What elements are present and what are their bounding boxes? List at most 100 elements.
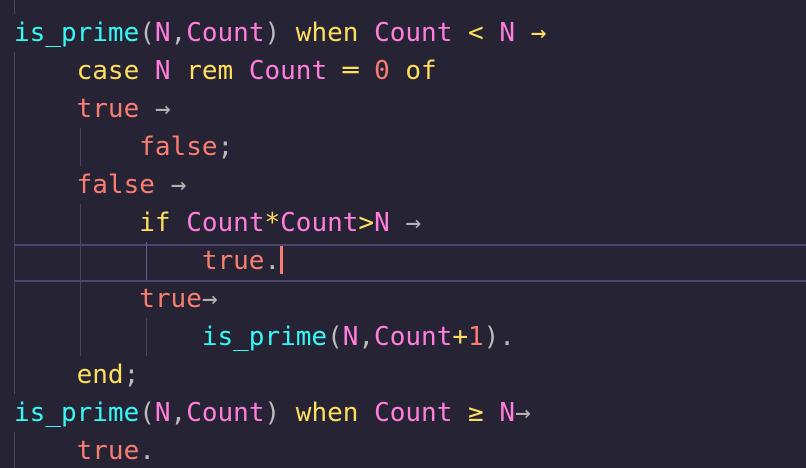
code-token: N	[154, 56, 171, 86]
code-token: is_prime	[14, 398, 140, 428]
code-token: end	[76, 360, 124, 390]
code-token: .	[139, 436, 155, 466]
code-token: rem	[186, 56, 234, 86]
code-token: >	[358, 208, 375, 238]
code-token: ,	[170, 18, 187, 48]
code-token: when	[295, 18, 359, 48]
code-token: N	[154, 18, 171, 48]
code-token: ;	[217, 132, 234, 162]
code-token: when	[295, 398, 359, 428]
code-token: case	[76, 56, 140, 86]
code-token: (	[139, 18, 155, 48]
code-line[interactable]: is_prime(N,Count) when Count < N →	[14, 14, 546, 52]
code-token: N	[342, 322, 359, 352]
code-token: Count	[248, 56, 328, 86]
code-line[interactable]: is_prime(N,Count+1).	[14, 318, 515, 356]
code-token: Count	[186, 208, 265, 238]
code-line[interactable]: true.	[14, 432, 155, 468]
code-token: <	[468, 18, 484, 48]
code-token: →	[154, 94, 171, 124]
code-token: Count	[280, 208, 359, 238]
code-token: of	[405, 56, 437, 86]
code-token: true	[76, 436, 140, 466]
code-token: →	[405, 208, 422, 238]
code-token: true	[76, 94, 140, 124]
code-line[interactable]: if Count*Count>N →	[14, 204, 421, 242]
code-token: →	[514, 398, 531, 428]
code-token: *	[264, 208, 281, 238]
code-token: N	[374, 208, 390, 238]
code-line[interactable]: false;	[14, 128, 233, 166]
code-line[interactable]: false →	[14, 166, 187, 204]
text-cursor	[280, 245, 284, 274]
code-token: )	[264, 18, 296, 48]
code-token: Count	[374, 398, 453, 428]
code-token: (	[327, 322, 343, 352]
code-token: 1	[467, 322, 484, 352]
code-token: Count	[186, 398, 265, 428]
code-token: →	[201, 284, 218, 314]
code-token: +	[452, 322, 468, 352]
code-line[interactable]: end;	[14, 356, 140, 394]
code-token: ,	[358, 322, 375, 352]
code-token: Count	[374, 322, 453, 352]
code-token: ,	[170, 398, 187, 428]
code-line[interactable]: true →	[14, 90, 171, 128]
code-token: true	[201, 246, 265, 276]
code-token: →	[170, 170, 187, 200]
code-line[interactable]: is_prime(N,Count) when Count ≥ N→	[14, 394, 531, 432]
code-token: ;	[123, 360, 140, 390]
code-token: false	[76, 170, 155, 200]
code-token: true	[139, 284, 202, 314]
code-token: )	[264, 398, 296, 428]
code-token: N	[499, 18, 515, 48]
code-token: is_prime	[14, 18, 140, 48]
code-token: Count	[374, 18, 453, 48]
code-line[interactable]: case N rem Count ═ 0 of	[14, 52, 437, 90]
code-token: →	[530, 18, 547, 48]
code-token: (	[139, 398, 155, 428]
code-token: is_prime	[201, 322, 328, 352]
code-token: ═	[342, 56, 359, 86]
code-line[interactable]: true→	[14, 280, 218, 318]
code-token: N	[154, 398, 171, 428]
code-token: false	[139, 132, 218, 162]
code-token: ).	[483, 322, 515, 352]
code-token: if	[139, 208, 171, 238]
code-line[interactable]: true.	[14, 242, 284, 280]
indent-guide	[14, 0, 15, 14]
code-token: ≥	[468, 398, 484, 428]
code-token: N	[499, 398, 515, 428]
code-token: .	[264, 246, 281, 276]
code-token: Count	[186, 18, 265, 48]
code-editor[interactable]: is_prime(N,Count) when Count < N → case …	[0, 0, 806, 468]
code-token: 0	[374, 56, 390, 86]
